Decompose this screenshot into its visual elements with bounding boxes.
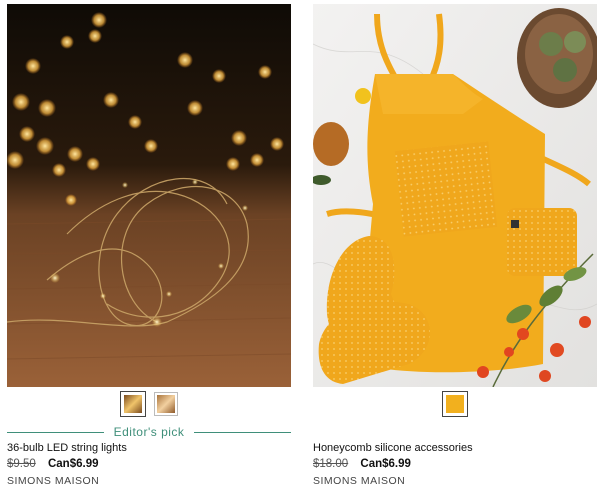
original-price: $18.00 <box>313 458 349 470</box>
product-name[interactable]: 36-bulb LED string lights <box>7 441 291 455</box>
badge-spacer <box>313 421 597 441</box>
color-swatches <box>7 387 291 421</box>
product-brand: SIMONS MAISON <box>7 475 100 487</box>
swatch-lights-warm[interactable] <box>120 391 146 417</box>
product-image-honeycomb[interactable] <box>313 4 597 387</box>
swatch-yellow-fill <box>446 395 464 413</box>
product-prices: $9.50 Can$6.99 <box>7 456 291 472</box>
editors-pick-label: Editor's pick <box>103 425 195 439</box>
editors-pick-banner: Editor's pick <box>7 423 291 441</box>
product-image-string-lights[interactable] <box>7 4 291 387</box>
swatch-yellow[interactable] <box>442 391 468 417</box>
original-price: $9.50 <box>7 458 36 470</box>
swatch-lights-copper-fill <box>157 395 175 413</box>
color-swatches <box>313 387 597 421</box>
sale-price: Can$6.99 <box>360 458 411 470</box>
swatch-lights-copper[interactable] <box>154 392 178 416</box>
product-card-honeycomb[interactable]: Honeycomb silicone accessories $18.00 Ca… <box>313 4 597 488</box>
product-prices: $18.00 Can$6.99 <box>313 456 597 472</box>
sale-price: Can$6.99 <box>47 458 99 470</box>
product-card-string-lights[interactable]: Editor's pick 36-bulb LED string lights … <box>7 4 291 488</box>
product-brand: SIMONS MAISON <box>313 475 406 487</box>
swatch-lights-warm-fill <box>124 395 142 413</box>
product-name[interactable]: Honeycomb silicone accessories <box>313 441 597 455</box>
